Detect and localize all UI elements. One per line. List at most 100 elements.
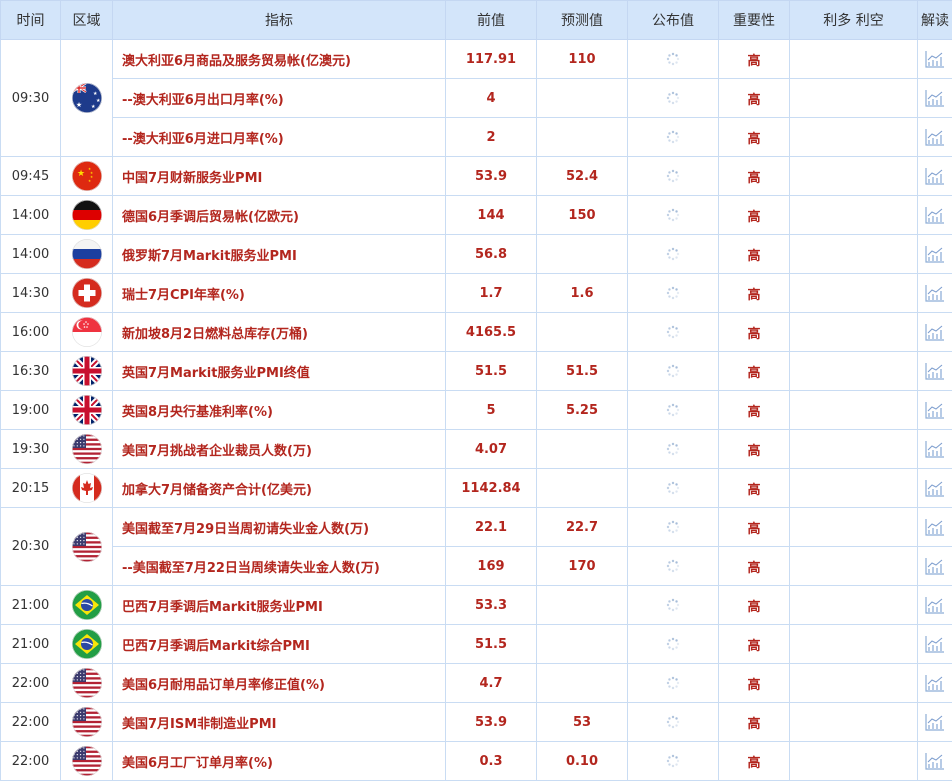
header-impact[interactable]: 利多 利空 [790,1,918,40]
row-interpret[interactable] [918,742,952,781]
row-indicator[interactable]: --美国截至7月22日当周续请失业金人数(万) [113,547,446,586]
row-interpret[interactable] [918,547,952,586]
row-importance: 高 [719,664,790,703]
row-indicator[interactable]: 加拿大7月储备资产合计(亿美元) [113,469,446,508]
row-indicator[interactable]: 美国6月工厂订单月率(%) [113,742,446,781]
header-forecast[interactable]: 预测值 [537,1,628,40]
chart-icon[interactable] [918,89,952,107]
row-importance: 高 [719,586,790,625]
chart-icon[interactable] [918,596,952,614]
row-indicator[interactable]: 中国7月财新服务业PMI [113,157,446,196]
table-row: 16:00新加坡8月2日燃料总库存(万桶)4165.5高 [1,313,952,352]
row-actual [628,469,719,508]
row-importance: 高 [719,157,790,196]
row-impact [790,508,918,547]
row-indicator[interactable]: 瑞士7月CPI年率(%) [113,274,446,313]
table-row: 22:00美国6月耐用品订单月率修正值(%)4.7高 [1,664,952,703]
header-importance[interactable]: 重要性 [719,1,790,40]
row-importance: 高 [719,391,790,430]
row-indicator[interactable]: 英国7月Markit服务业PMI终值 [113,352,446,391]
row-indicator[interactable]: 德国6月季调后贸易帐(亿欧元) [113,196,446,235]
flag-us-icon [61,668,112,698]
row-previous: 4.7 [446,664,537,703]
flag-de-icon [61,200,112,230]
svg-text:★: ★ [75,101,81,109]
header-actual[interactable]: 公布值 [628,1,719,40]
row-indicator[interactable]: 俄罗斯7月Markit服务业PMI [113,235,446,274]
flag-ru-icon [61,239,112,269]
row-indicator[interactable]: 美国7月ISM非制造业PMI [113,703,446,742]
row-time: 20:15 [1,469,61,508]
loading-spinner-icon [628,91,718,105]
row-interpret[interactable] [918,352,952,391]
chart-icon[interactable] [918,167,952,185]
row-previous: 5 [446,391,537,430]
header-interpret[interactable]: 解读 [918,1,952,40]
row-interpret[interactable] [918,196,952,235]
row-importance: 高 [719,547,790,586]
row-previous: 51.5 [446,625,537,664]
row-interpret[interactable] [918,40,952,79]
chart-icon[interactable] [918,128,952,146]
chart-icon[interactable] [918,518,952,536]
economic-calendar-table: 时间 区域 指标 前值 预测值 公布值 重要性 利多 利空 解读 09:30★★… [0,0,952,781]
row-interpret[interactable] [918,508,952,547]
row-indicator[interactable]: 巴西7月季调后Markit服务业PMI [113,586,446,625]
chart-icon[interactable] [918,674,952,692]
chart-icon[interactable] [918,206,952,224]
flag-us-icon [61,707,112,737]
loading-spinner-icon [628,559,718,573]
loading-spinner-icon [628,676,718,690]
chart-icon[interactable] [918,440,952,458]
row-interpret[interactable] [918,664,952,703]
row-region [61,469,113,508]
chart-icon[interactable] [918,752,952,770]
header-time[interactable]: 时间 [1,1,61,40]
header-previous[interactable]: 前值 [446,1,537,40]
row-region [61,742,113,781]
row-actual [628,79,719,118]
row-forecast [537,118,628,157]
row-interpret[interactable] [918,118,952,157]
chart-icon[interactable] [918,635,952,653]
chart-icon[interactable] [918,713,952,731]
row-interpret[interactable] [918,391,952,430]
row-interpret[interactable] [918,469,952,508]
header-region[interactable]: 区域 [61,1,113,40]
table-row: --澳大利亚6月出口月率(%)4高 [1,79,952,118]
row-interpret[interactable] [918,625,952,664]
row-indicator[interactable]: 巴西7月季调后Markit综合PMI [113,625,446,664]
chart-icon[interactable] [918,557,952,575]
row-interpret[interactable] [918,313,952,352]
row-indicator[interactable]: 新加坡8月2日燃料总库存(万桶) [113,313,446,352]
row-indicator[interactable]: 澳大利亚6月商品及服务贸易帐(亿澳元) [113,40,446,79]
row-region [61,196,113,235]
row-importance: 高 [719,274,790,313]
chart-icon[interactable] [918,401,952,419]
row-interpret[interactable] [918,157,952,196]
row-interpret[interactable] [918,586,952,625]
row-interpret[interactable] [918,79,952,118]
chart-icon[interactable] [918,284,952,302]
row-interpret[interactable] [918,274,952,313]
row-previous: 1.7 [446,274,537,313]
row-indicator[interactable]: 美国截至7月29日当周初请失业金人数(万) [113,508,446,547]
header-indicator[interactable]: 指标 [113,1,446,40]
chart-icon[interactable] [918,362,952,380]
row-indicator[interactable]: --澳大利亚6月出口月率(%) [113,79,446,118]
row-indicator[interactable]: 美国7月挑战者企业裁员人数(万) [113,430,446,469]
row-importance: 高 [719,313,790,352]
row-interpret[interactable] [918,703,952,742]
row-interpret[interactable] [918,235,952,274]
chart-icon[interactable] [918,245,952,263]
chart-icon[interactable] [918,50,952,68]
row-indicator[interactable]: 英国8月央行基准利率(%) [113,391,446,430]
chart-icon[interactable] [918,479,952,497]
row-indicator[interactable]: --澳大利亚6月进口月率(%) [113,118,446,157]
row-impact [790,40,918,79]
row-forecast: 52.4 [537,157,628,196]
row-indicator[interactable]: 美国6月耐用品订单月率修正值(%) [113,664,446,703]
row-interpret[interactable] [918,430,952,469]
chart-icon[interactable] [918,323,952,341]
row-actual [628,235,719,274]
